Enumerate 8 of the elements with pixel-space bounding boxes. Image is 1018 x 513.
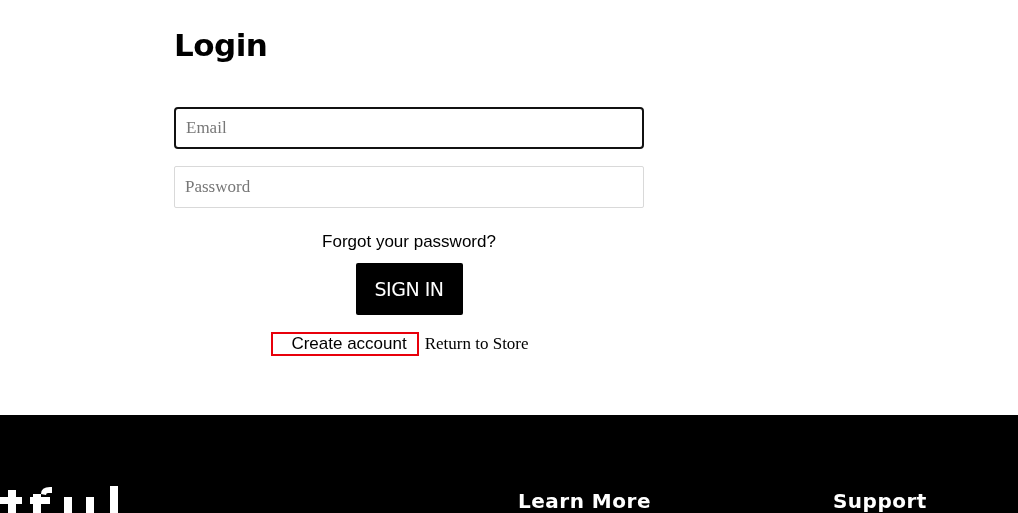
input-field[interactable]: Email <box>174 107 644 149</box>
sign-in-button[interactable]: SIGN IN <box>355 263 463 315</box>
forgot-password-link[interactable]: Forgot your password? <box>322 231 496 253</box>
page-title: Login <box>174 26 268 64</box>
footer-heading: Learn More <box>518 489 651 513</box>
footer-heading: Support <box>832 489 927 513</box>
link[interactable]: Return to Store <box>424 333 529 355</box>
link[interactable]: Create account <box>271 332 419 356</box>
